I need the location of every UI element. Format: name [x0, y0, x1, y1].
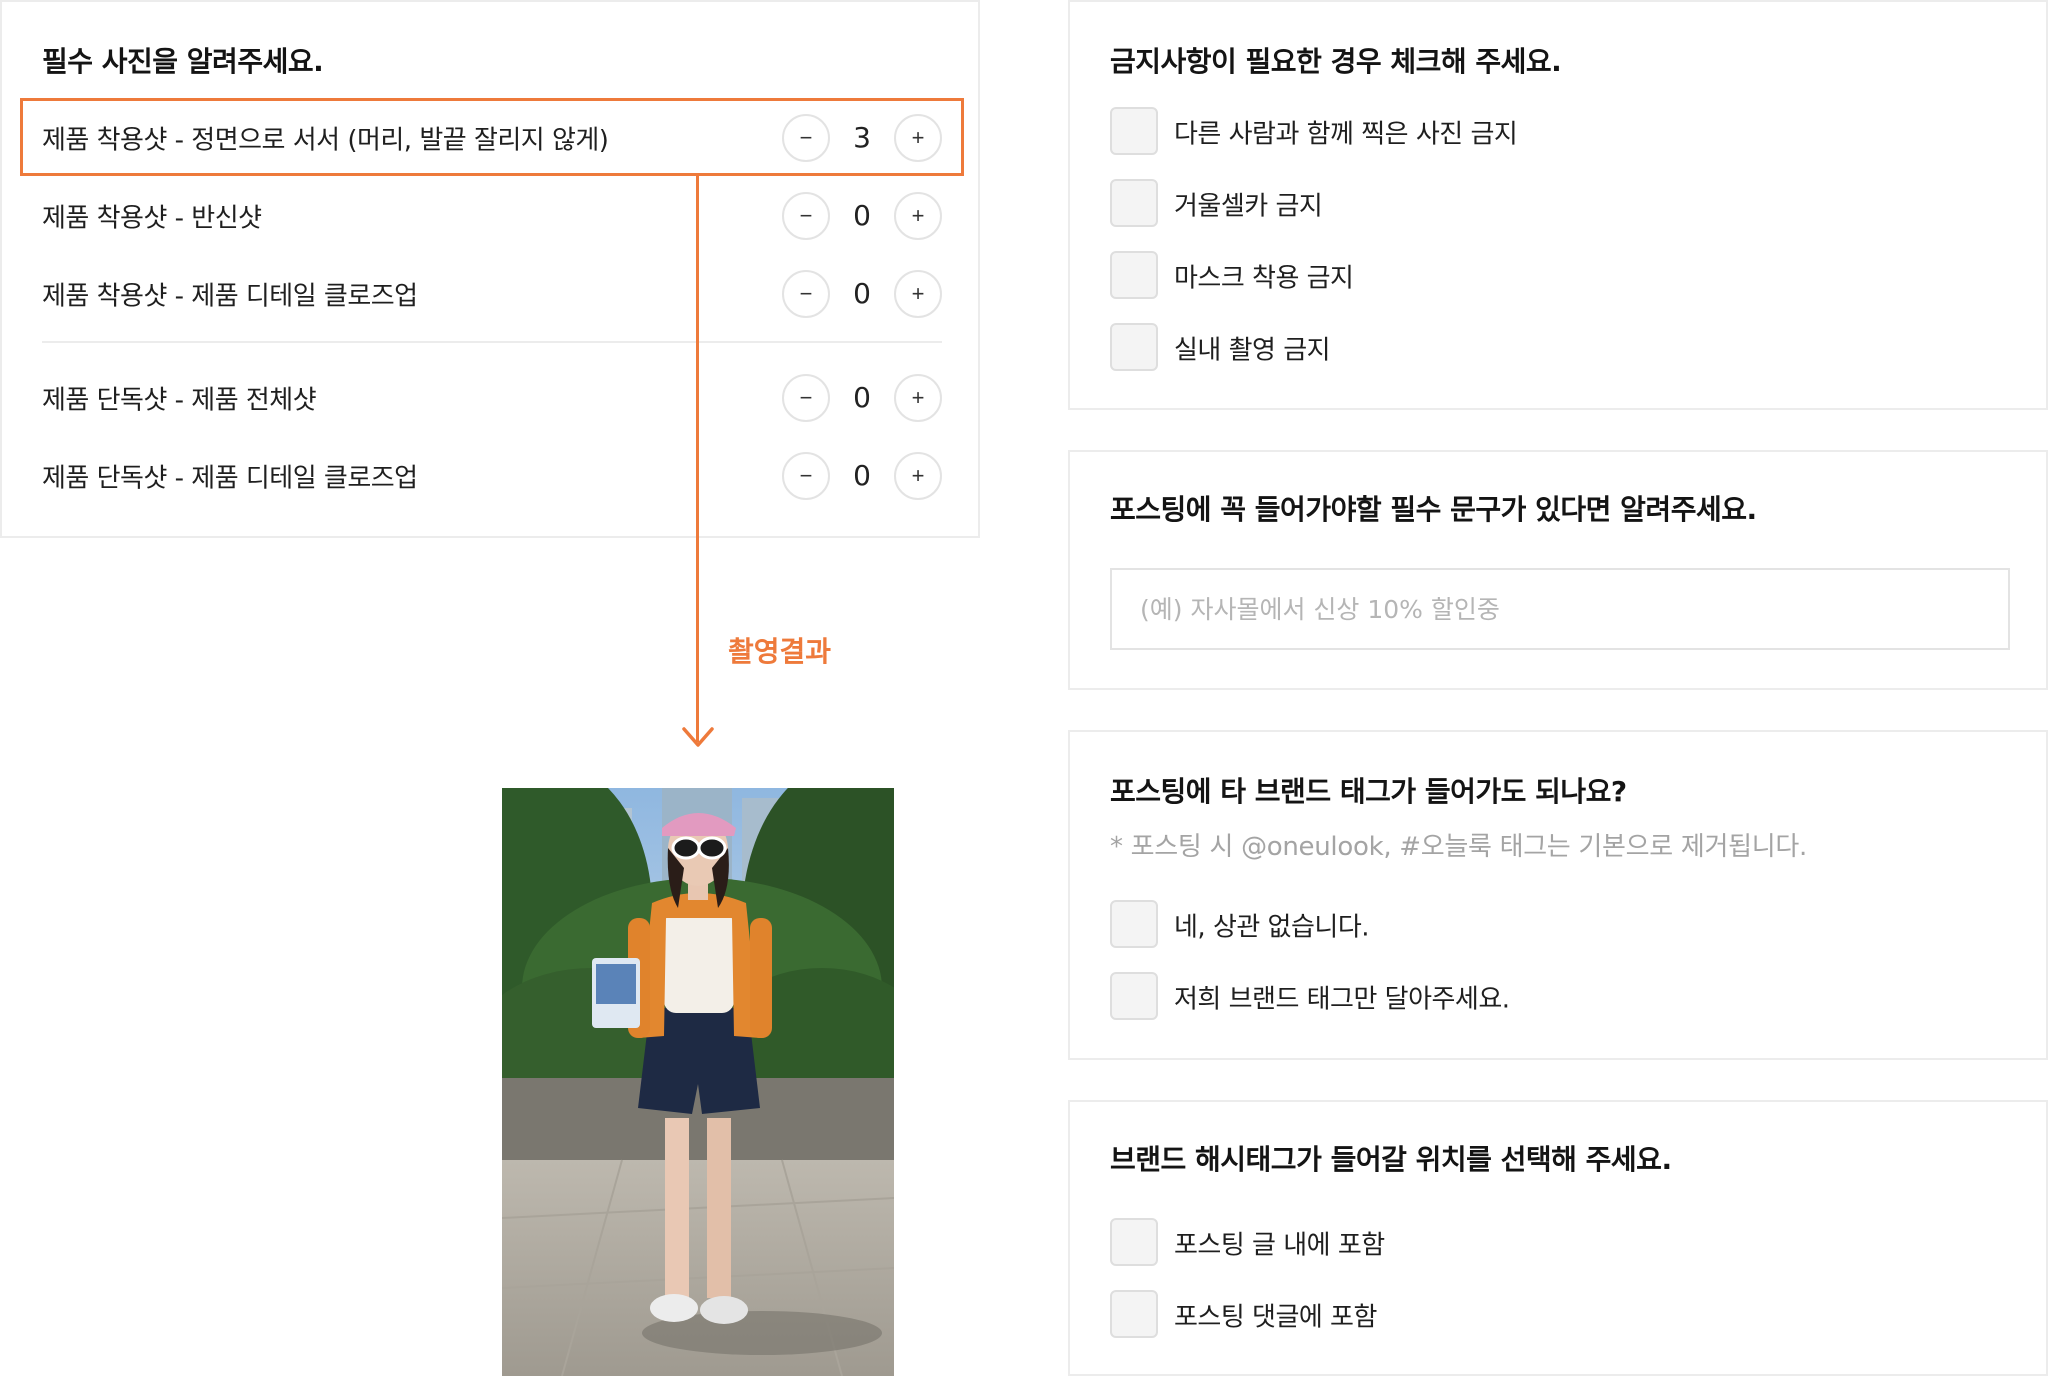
checkbox[interactable]: [1110, 179, 1158, 227]
result-photo: [502, 788, 894, 1376]
required-photos-card: 필수 사진을 알려주세요. 제품 착용샷 - 정면으로 서서 (머리, 발끝 잘…: [0, 0, 980, 538]
prohibitions-title: 금지사항이 필요한 경우 체크해 주세요.: [1110, 45, 1562, 78]
checkbox[interactable]: [1110, 1218, 1158, 1266]
model-photo-illustration: [502, 788, 894, 1376]
quantity-stepper: − 0 +: [782, 269, 942, 319]
quantity-value: 0: [853, 381, 871, 414]
checkbox[interactable]: [1110, 107, 1158, 155]
required-photos-title: 필수 사진을 알려주세요.: [42, 45, 324, 78]
connector-line: [696, 176, 699, 742]
brand-tag-card: 포스팅에 타 브랜드 태그가 들어가도 되나요? * 포스팅 시 @oneulo…: [1068, 730, 2048, 1060]
checkbox[interactable]: [1110, 1290, 1158, 1338]
option-label: 포스팅 댓글에 포함: [1174, 1302, 1377, 1333]
option-label: 저희 브랜드 태그만 달아주세요.: [1174, 984, 1510, 1015]
prohibitions-card: 금지사항이 필요한 경우 체크해 주세요. 다른 사람과 함께 찍은 사진 금지…: [1068, 0, 2048, 410]
quantity-value: 0: [853, 459, 871, 492]
photo-row-label: 제품 착용샷 - 반신샷: [42, 203, 262, 234]
brand-tag-title: 포스팅에 타 브랜드 태그가 들어가도 되나요?: [1110, 775, 1627, 808]
quantity-stepper: − 0 +: [782, 191, 942, 241]
required-phrase-title: 포스팅에 꼭 들어가야할 필수 문구가 있다면 알려주세요.: [1110, 493, 1757, 526]
checkbox[interactable]: [1110, 251, 1158, 299]
increment-button[interactable]: +: [894, 452, 942, 500]
option-label: 거울셀카 금지: [1174, 191, 1323, 222]
hashtag-position-card: 브랜드 해시태그가 들어갈 위치를 선택해 주세요. 포스팅 글 내에 포함 포…: [1068, 1100, 2048, 1376]
required-phrase-input[interactable]: [1110, 568, 2010, 650]
decrement-button[interactable]: −: [782, 192, 830, 240]
decrement-button[interactable]: −: [782, 270, 830, 318]
required-phrase-card: 포스팅에 꼭 들어가야할 필수 문구가 있다면 알려주세요.: [1068, 450, 2048, 690]
hashtag-position-title: 브랜드 해시태그가 들어갈 위치를 선택해 주세요.: [1110, 1143, 1672, 1176]
checkbox[interactable]: [1110, 972, 1158, 1020]
increment-button[interactable]: +: [894, 192, 942, 240]
option-label: 네, 상관 없습니다.: [1174, 912, 1370, 943]
selected-row-highlight: [20, 98, 964, 176]
quantity-value: 0: [853, 277, 871, 310]
quantity-stepper: − 0 +: [782, 451, 942, 501]
photo-row-label: 제품 착용샷 - 제품 디테일 클로즈업: [42, 281, 418, 312]
brand-tag-note: * 포스팅 시 @oneulook, #오늘룩 태그는 기본으로 제거됩니다.: [1110, 832, 1807, 862]
photo-row-product-full: 제품 단독샷 - 제품 전체샷 − 0 +: [42, 368, 942, 428]
option-label: 다른 사람과 함께 찍은 사진 금지: [1174, 119, 1518, 150]
increment-button[interactable]: +: [894, 270, 942, 318]
checkbox[interactable]: [1110, 323, 1158, 371]
quantity-stepper: − 0 +: [782, 373, 942, 423]
checkbox[interactable]: [1110, 900, 1158, 948]
decrement-button[interactable]: −: [782, 374, 830, 422]
photo-row-label: 제품 단독샷 - 제품 전체샷: [42, 385, 317, 416]
photo-row-label: 제품 단독샷 - 제품 디테일 클로즈업: [42, 463, 418, 494]
option-label: 실내 촬영 금지: [1174, 335, 1331, 366]
photo-row-wearing-detail: 제품 착용샷 - 제품 디테일 클로즈업 − 0 +: [42, 264, 942, 324]
quantity-value: 0: [853, 199, 871, 232]
section-divider: [42, 341, 942, 343]
option-label: 포스팅 글 내에 포함: [1174, 1230, 1385, 1261]
increment-button[interactable]: +: [894, 374, 942, 422]
shooting-result-label: 촬영결과: [728, 635, 832, 668]
option-label: 마스크 착용 금지: [1174, 263, 1354, 294]
photo-row-half: 제품 착용샷 - 반신샷 − 0 +: [42, 186, 942, 246]
photo-row-product-detail: 제품 단독샷 - 제품 디테일 클로즈업 − 0 +: [42, 446, 942, 506]
decrement-button[interactable]: −: [782, 452, 830, 500]
arrow-down-icon: [682, 727, 714, 747]
